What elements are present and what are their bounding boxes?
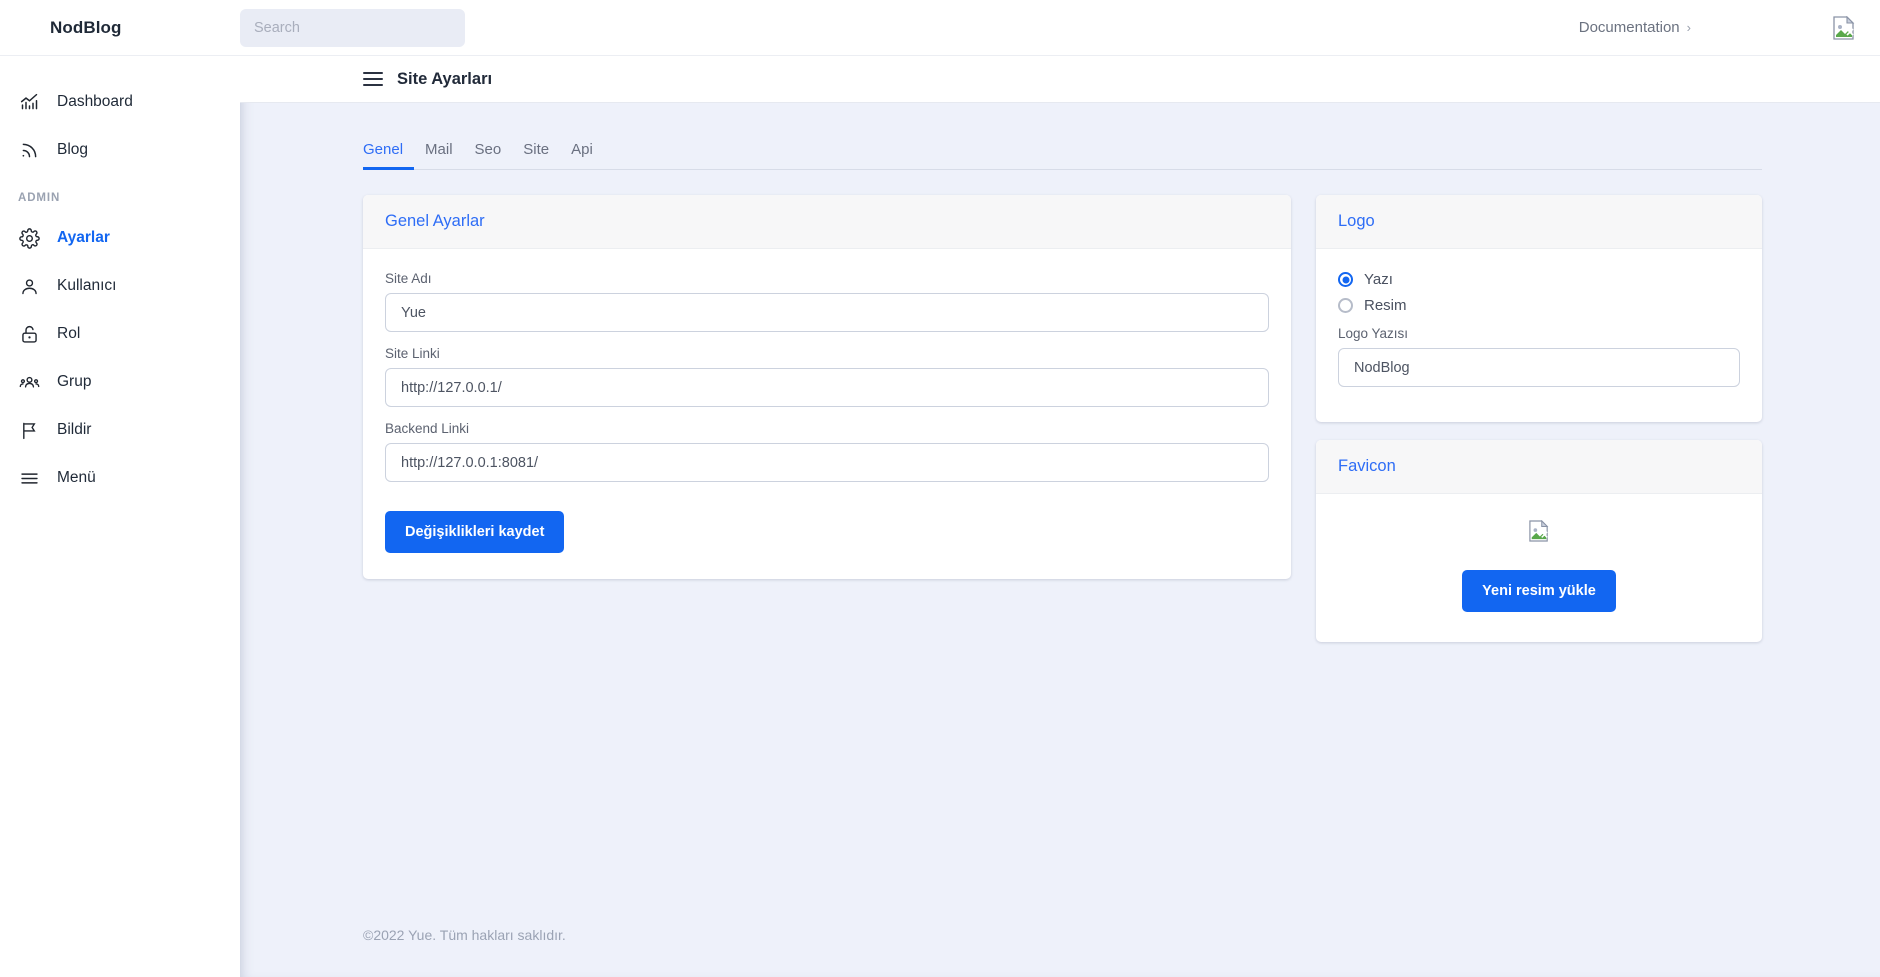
site-linki-input[interactable]: [385, 368, 1269, 407]
logo-option-label: Resim: [1364, 297, 1407, 314]
sidebar-item-blog[interactable]: Blog: [0, 126, 240, 174]
avatar[interactable]: [1830, 14, 1858, 42]
tab-mail[interactable]: Mail: [425, 137, 464, 170]
right-column: Logo Yazı Resim Logo Yazısı NodBlog Favi…: [1316, 195, 1762, 642]
sidebar-item-label: Grup: [57, 373, 92, 390]
documentation-link[interactable]: Documentation ›: [1575, 13, 1695, 42]
upload-new-image-button[interactable]: Yeni resim yükle: [1462, 570, 1616, 612]
site-linki-label: Site Linki: [385, 346, 440, 361]
sidebar-item-label: Blog: [57, 141, 89, 158]
lock-icon: [18, 323, 40, 345]
site-adi-label: Site Adı: [385, 271, 432, 286]
logo-option-yazi[interactable]: Yazı: [1338, 271, 1740, 288]
logo-card-body: Yazı Resim Logo Yazısı: [1316, 249, 1762, 422]
gear-icon: [18, 227, 40, 249]
logo-yazisi-input[interactable]: [1338, 348, 1740, 387]
sidebar-item-ayarlar[interactable]: Ayarlar: [0, 214, 240, 262]
radio-resim-icon[interactable]: [1338, 298, 1353, 313]
favicon-broken-image-icon: [1529, 519, 1549, 542]
page-header: Site Ayarları: [240, 56, 1880, 103]
sidebar-item-bildir[interactable]: Bildir: [0, 406, 240, 454]
scroll-area: Genel Mail Seo Site Api Genel Ayarlar Si…: [240, 103, 1880, 927]
sidebar-item-menu[interactable]: Menü: [0, 454, 240, 502]
general-settings-card: Genel Ayarlar Site Adı Site Linki: [363, 195, 1291, 579]
field-site-linki: Site Linki: [385, 346, 1269, 407]
broken-image-icon: [1833, 15, 1855, 40]
flag-icon: [18, 419, 40, 441]
sidebar-section-admin: ADMIN: [18, 192, 61, 204]
logo-option-label: Yazı: [1364, 271, 1393, 288]
field-site-adi: Site Adı: [385, 271, 1269, 332]
sidebar-item-label: Ayarlar: [57, 229, 110, 246]
sidebar-item-kullanici[interactable]: Kullanıcı: [0, 262, 240, 310]
footer: ©2022 Yue. Tüm hakları saklıdır.: [363, 927, 566, 943]
sidebar-item-label: Bildir: [57, 421, 92, 438]
field-logo-yazisi: Logo Yazısı: [1338, 326, 1740, 387]
backend-linki-input[interactable]: [385, 443, 1269, 482]
logo-option-resim[interactable]: Resim: [1338, 297, 1740, 314]
left-column: Genel Ayarlar Site Adı Site Linki: [363, 195, 1291, 579]
chevron-right-icon: ›: [1686, 20, 1691, 35]
sidebar-item-label: Menü: [57, 469, 96, 486]
top-bar: NodBlog Documentation ›: [0, 0, 1880, 56]
radio-yazi-icon[interactable]: [1338, 272, 1353, 287]
sidebar-item-dashboard[interactable]: Dashboard: [0, 78, 240, 126]
tab-bar: Genel Mail Seo Site Api: [363, 137, 1762, 170]
brand-logo[interactable]: NodBlog: [0, 18, 240, 38]
sidebar-item-rol[interactable]: Rol: [0, 310, 240, 358]
hamburger-icon[interactable]: [363, 72, 383, 86]
top-bar-right: Documentation ›: [1575, 13, 1880, 42]
group-icon: [18, 371, 40, 393]
general-settings-body: Site Adı Site Linki Backend Linki: [363, 249, 1291, 579]
tabs-wrapper: Genel Mail Seo Site Api: [240, 103, 1880, 170]
sidebar: Dashboard Blog ADMIN Ayarlar Kullanıcı R…: [0, 56, 240, 977]
tab-seo[interactable]: Seo: [475, 137, 513, 170]
page-title: Site Ayarları: [397, 69, 493, 88]
sidebar-item-label: Rol: [57, 325, 81, 342]
favicon-card-body: Yeni resim yükle: [1316, 494, 1762, 642]
rss-icon: [18, 139, 40, 161]
menu-icon: [18, 467, 40, 489]
content-columns: Genel Ayarlar Site Adı Site Linki: [240, 170, 1880, 642]
backend-linki-label: Backend Linki: [385, 421, 470, 436]
user-icon: [18, 275, 40, 297]
sidebar-item-label: Kullanıcı: [57, 277, 117, 294]
logo-card: Logo Yazı Resim Logo Yazısı NodBlog: [1316, 195, 1762, 422]
logo-yazisi-label: Logo Yazısı: [1338, 326, 1409, 341]
chart-line-icon: [18, 91, 40, 113]
site-adi-input[interactable]: [385, 293, 1269, 332]
general-settings-title: Genel Ayarlar: [363, 195, 1291, 249]
favicon-card-title: Favicon: [1316, 440, 1762, 494]
sidebar-item-grup[interactable]: Grup: [0, 358, 240, 406]
tab-api[interactable]: Api: [571, 137, 604, 170]
app-shell: Dashboard Blog ADMIN Ayarlar Kullanıcı R…: [0, 56, 1880, 977]
search-input[interactable]: [240, 8, 465, 47]
sidebar-item-label: Dashboard: [57, 93, 133, 110]
content-area: Site Ayarları Genel Mail Seo Site Api Ge…: [240, 56, 1880, 977]
tab-genel[interactable]: Genel: [363, 137, 415, 170]
documentation-label: Documentation: [1578, 19, 1680, 36]
save-changes-button[interactable]: Değişiklikleri kaydet: [385, 511, 565, 553]
field-backend-linki: Backend Linki: [385, 421, 1269, 482]
favicon-card: Favicon Yeni resim yükle: [1316, 440, 1762, 642]
tab-site[interactable]: Site: [523, 137, 560, 170]
logo-card-title: Logo: [1316, 195, 1762, 249]
